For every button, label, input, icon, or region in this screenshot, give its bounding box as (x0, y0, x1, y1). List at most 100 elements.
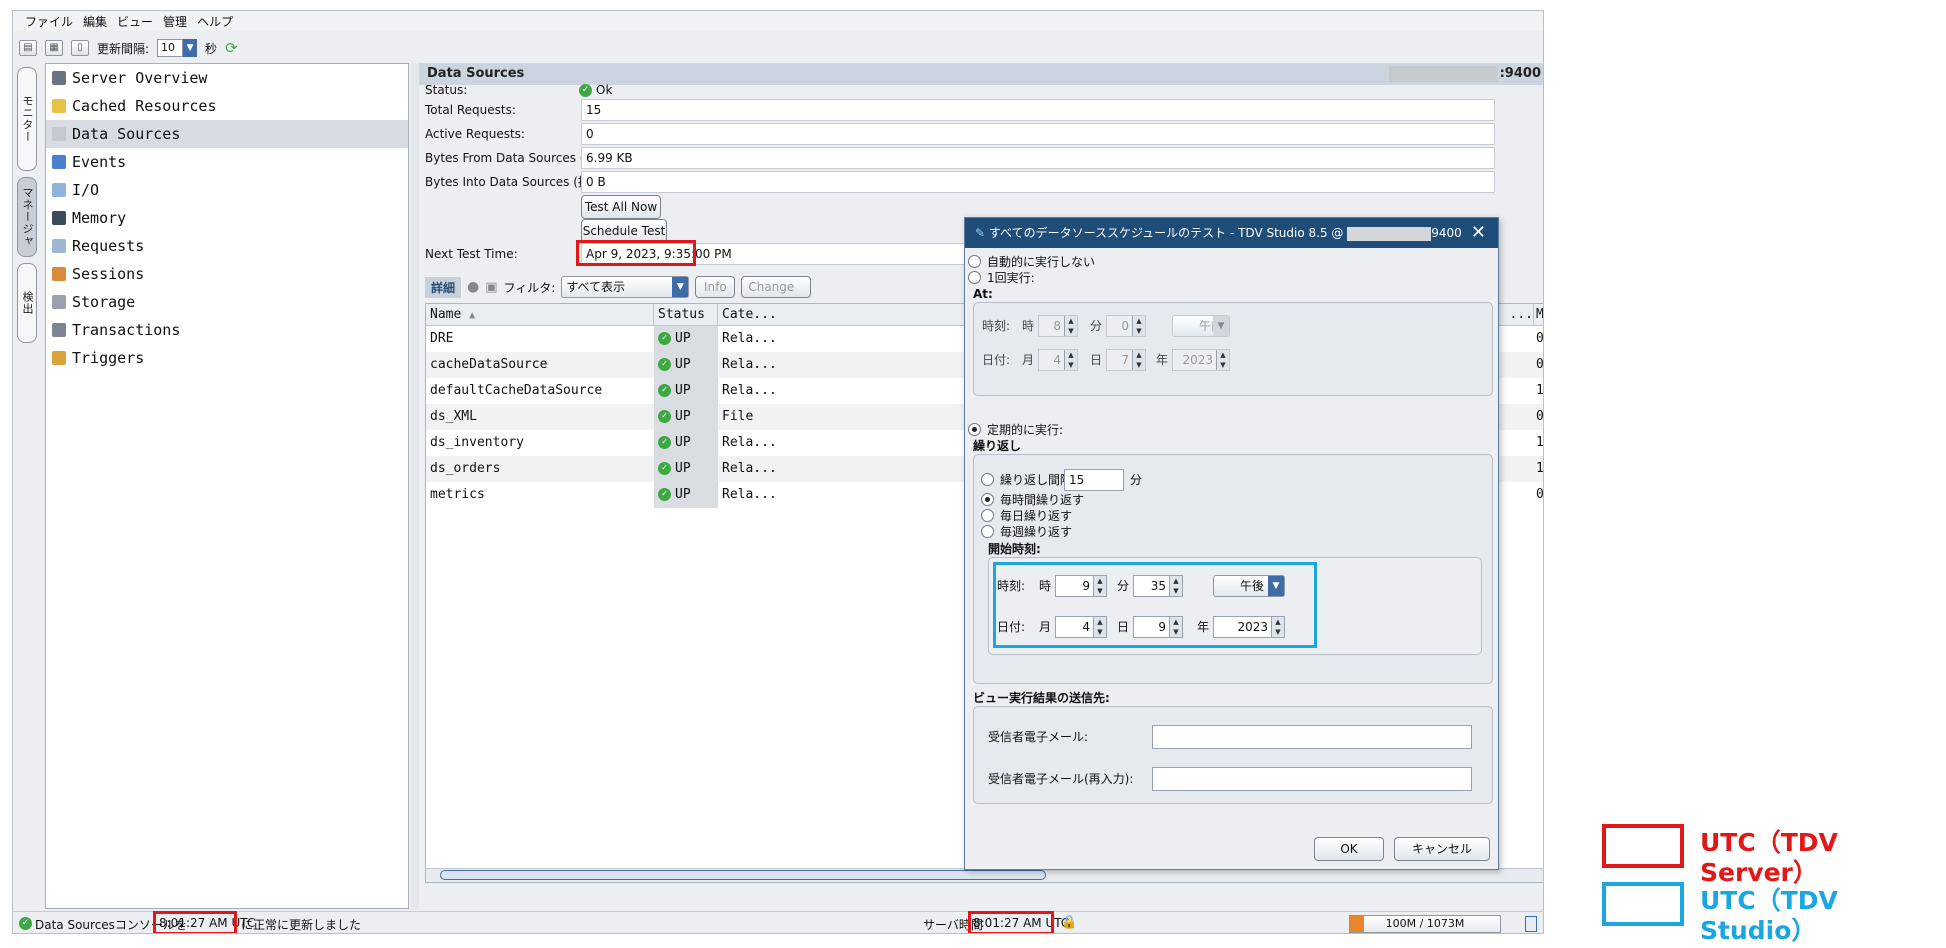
refresh-icon[interactable]: ⟳ (225, 39, 238, 57)
run-once-label: 1回実行: (987, 271, 1035, 285)
once-hour-stepper[interactable]: 8 ▲ ▼ (1038, 315, 1078, 337)
info-button[interactable]: Info (695, 276, 736, 298)
ok-button[interactable]: OK (1314, 837, 1384, 861)
menu-edit[interactable]: 編集 (83, 13, 107, 30)
cell-status: ✓ UP (654, 456, 718, 482)
tree-item-label: Storage (72, 293, 136, 311)
stepper-arrows-icon[interactable]: ▲ ▼ (1132, 316, 1145, 336)
tree-item-triggers[interactable]: Triggers (46, 344, 408, 372)
tab-discovery[interactable]: 検出 (17, 263, 37, 343)
once-month-label: 月 (1022, 353, 1035, 367)
once-day-stepper[interactable]: 7 ▲ ▼ (1106, 349, 1146, 371)
tab-monitor[interactable]: モニター (17, 67, 37, 171)
once-year-value: 2023 (1182, 353, 1213, 367)
once-ampm-select[interactable]: 午前 ▼ (1172, 315, 1230, 337)
menu-view[interactable]: ビュー (117, 13, 153, 30)
radio-repeat-daily[interactable] (981, 509, 994, 522)
tree-item-events[interactable]: Events (46, 148, 408, 176)
garbage-collect-icon[interactable] (1525, 916, 1537, 932)
radio-repeat-interval[interactable] (981, 473, 994, 486)
cell-status: ✓ UP (654, 352, 718, 378)
horizontal-scrollbar[interactable] (426, 868, 1543, 882)
storage-icon (52, 295, 66, 309)
once-year-stepper[interactable]: 2023 ▲ ▼ (1172, 349, 1230, 371)
dialog-title-port: 9400 (1431, 226, 1462, 240)
bytes-into-field: 0 B (581, 171, 1495, 193)
repeat-interval-unit: 分 (1130, 473, 1143, 487)
memory-indicator[interactable]: 100M / 1073M (1349, 915, 1501, 933)
tree-item-data-sources[interactable]: Data Sources (46, 120, 408, 148)
dialog-title: すべてのデータソーススケジュールのテスト - TDV Studio 8.5 @ (988, 226, 1344, 240)
tree-item-transactions[interactable]: Transactions (46, 316, 408, 344)
check-icon: ✓ (658, 332, 671, 345)
menu-file[interactable]: ファイル (25, 13, 73, 30)
tdv-studio-window: ファイル 編集 ビュー 管理 ヘルプ ▤ ▦ ▯ 更新間隔: 10 ▼ 秒 ⟳ … (12, 10, 1544, 934)
filter-select[interactable]: すべて表示 ▼ (561, 276, 690, 298)
tree-item-label: Data Sources (72, 125, 181, 143)
tab-details[interactable]: 詳細 (425, 276, 462, 298)
once-hour-label: 時 (1022, 319, 1035, 333)
chevron-down-icon: ▼ (672, 277, 689, 297)
check-icon: ✓ (579, 84, 592, 97)
status-text: UP (675, 487, 691, 502)
tree-item-requests[interactable]: Requests (46, 232, 408, 260)
console-time-highlight (153, 911, 237, 933)
menu-admin[interactable]: 管理 (163, 13, 187, 30)
server-port: :9400 (1499, 66, 1541, 81)
email-input[interactable] (1152, 725, 1472, 749)
check-icon: ✓ (658, 358, 671, 371)
split-pane-divider[interactable] (411, 63, 419, 909)
close-icon[interactable]: ✕ (1471, 218, 1486, 248)
check-icon: ✓ (658, 410, 671, 423)
cell-category: Rela... (722, 487, 777, 502)
tree-item-cached-resources[interactable]: Cached Resources (46, 92, 408, 120)
chevron-down-icon[interactable]: ▼ (183, 39, 198, 57)
radio-no-auto-run[interactable] (968, 255, 981, 268)
test-all-now-button[interactable]: Test All Now (581, 195, 661, 219)
column-header-status[interactable]: Status (654, 304, 718, 326)
radio-repeat-hourly[interactable] (981, 493, 994, 506)
next-test-label: Next Test Time: (425, 247, 518, 261)
at-label: At: (973, 287, 993, 301)
tree-item-storage[interactable]: Storage (46, 288, 408, 316)
repeat-hourly-label: 毎時間繰り返す (1000, 493, 1085, 507)
grid-icon[interactable]: ▦ (45, 40, 63, 56)
cell-m: 0 (1536, 331, 1544, 346)
radio-periodic[interactable] (968, 423, 981, 436)
tree-item-memory[interactable]: Memory (46, 204, 408, 232)
tree-item-sessions[interactable]: Sessions (46, 260, 408, 288)
change-button[interactable]: Change (741, 276, 812, 298)
scrollbar-thumb[interactable] (440, 870, 1046, 880)
stepper-arrows-icon[interactable]: ▲ ▼ (1132, 350, 1145, 370)
cell-m: 0 (1536, 409, 1544, 424)
dictionary-icon[interactable]: ▣ (485, 280, 497, 295)
check-icon: ✓ (658, 436, 671, 449)
tree-item-label: Memory (72, 209, 127, 227)
once-month-stepper[interactable]: 4 ▲ ▼ (1038, 349, 1078, 371)
menu-help[interactable]: ヘルプ (197, 13, 233, 30)
status-text: UP (675, 435, 691, 450)
status-text: UP (675, 383, 691, 398)
stepper-arrows-icon[interactable]: ▲ ▼ (1064, 350, 1077, 370)
info-circle-icon[interactable]: ● (467, 279, 479, 295)
tab-manager[interactable]: マネージャ (17, 177, 37, 257)
repeat-interval-label: 繰り返し間隔 (1000, 473, 1073, 487)
cancel-button[interactable]: キャンセル (1394, 837, 1490, 861)
tree-item-label: I/O (72, 181, 100, 199)
once-minute-stepper[interactable]: 0 ▲ ▼ (1106, 315, 1146, 337)
stepper-arrows-icon[interactable]: ▲ ▼ (1064, 316, 1077, 336)
tree-item-io[interactable]: I/O (46, 176, 408, 204)
radio-run-once[interactable] (968, 271, 981, 284)
stepper-arrows-icon[interactable]: ▲ ▼ (1216, 350, 1229, 370)
status-text: UP (675, 357, 691, 372)
document-icon[interactable]: ▯ (71, 40, 89, 56)
column-header-name[interactable]: Name ▲ (426, 304, 654, 326)
column-header-m[interactable]: M (1534, 304, 1543, 326)
tree-item-server-overview[interactable]: Server Overview (46, 64, 408, 92)
repeat-interval-input[interactable]: 15 (1064, 469, 1124, 491)
radio-repeat-weekly[interactable] (981, 525, 994, 538)
email-confirm-input[interactable] (1152, 767, 1472, 791)
monitor-icon[interactable]: ▤ (19, 40, 37, 56)
refresh-interval-input[interactable]: 10 (157, 39, 184, 57)
active-requests-field: 0 (581, 123, 1495, 145)
